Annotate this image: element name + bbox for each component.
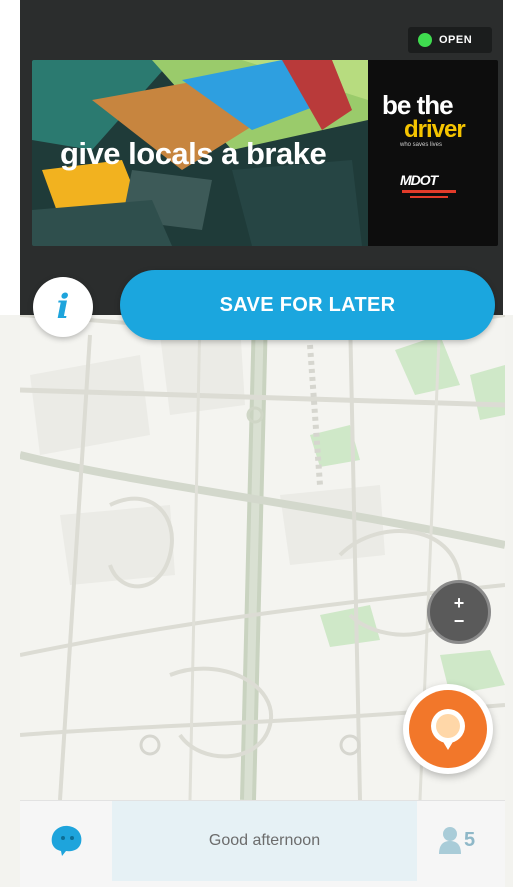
sponsor-logo-stripe	[402, 190, 456, 193]
brand-line2: driver	[404, 116, 466, 143]
person-icon	[439, 827, 461, 854]
panel-edge	[0, 0, 20, 315]
brand-panel	[368, 60, 498, 246]
promo-banner[interactable]: give locals a brake be the driver who sa…	[32, 60, 498, 246]
app-screen: OPEN give locals a brake be the driver w…	[0, 0, 513, 887]
bottom-bar: Good afternoon 5	[20, 800, 505, 887]
brand-tagline: who saves lives	[400, 142, 443, 148]
banner-headline: give locals a brake	[60, 136, 327, 171]
zoom-out-icon[interactable]: −	[454, 612, 465, 630]
report-button-inner	[409, 690, 487, 768]
info-button[interactable]: i	[33, 277, 93, 337]
greeting-text: Good afternoon	[208, 832, 321, 849]
sponsor-logo-stripe	[410, 196, 448, 198]
save-for-later-button[interactable]: SAVE FOR LATER	[120, 270, 495, 340]
greeting-box[interactable]: Good afternoon	[112, 801, 417, 881]
status-badge: OPEN	[408, 27, 492, 53]
status-label: OPEN	[439, 34, 473, 46]
friends-count: 5	[464, 828, 476, 851]
zoom-control[interactable]: + −	[427, 580, 491, 644]
info-icon: i	[56, 287, 70, 327]
sponsor-logo: MDOT	[400, 172, 438, 188]
friends-button[interactable]: 5	[438, 825, 475, 855]
status-dot-icon	[418, 33, 432, 47]
zoom-in-icon[interactable]: +	[454, 594, 465, 612]
ad-panel: OPEN give locals a brake be the driver w…	[0, 0, 513, 315]
wazer-icon[interactable]	[48, 823, 84, 857]
report-bubble-icon	[431, 709, 465, 750]
report-button[interactable]	[403, 684, 493, 774]
panel-edge	[503, 0, 513, 315]
